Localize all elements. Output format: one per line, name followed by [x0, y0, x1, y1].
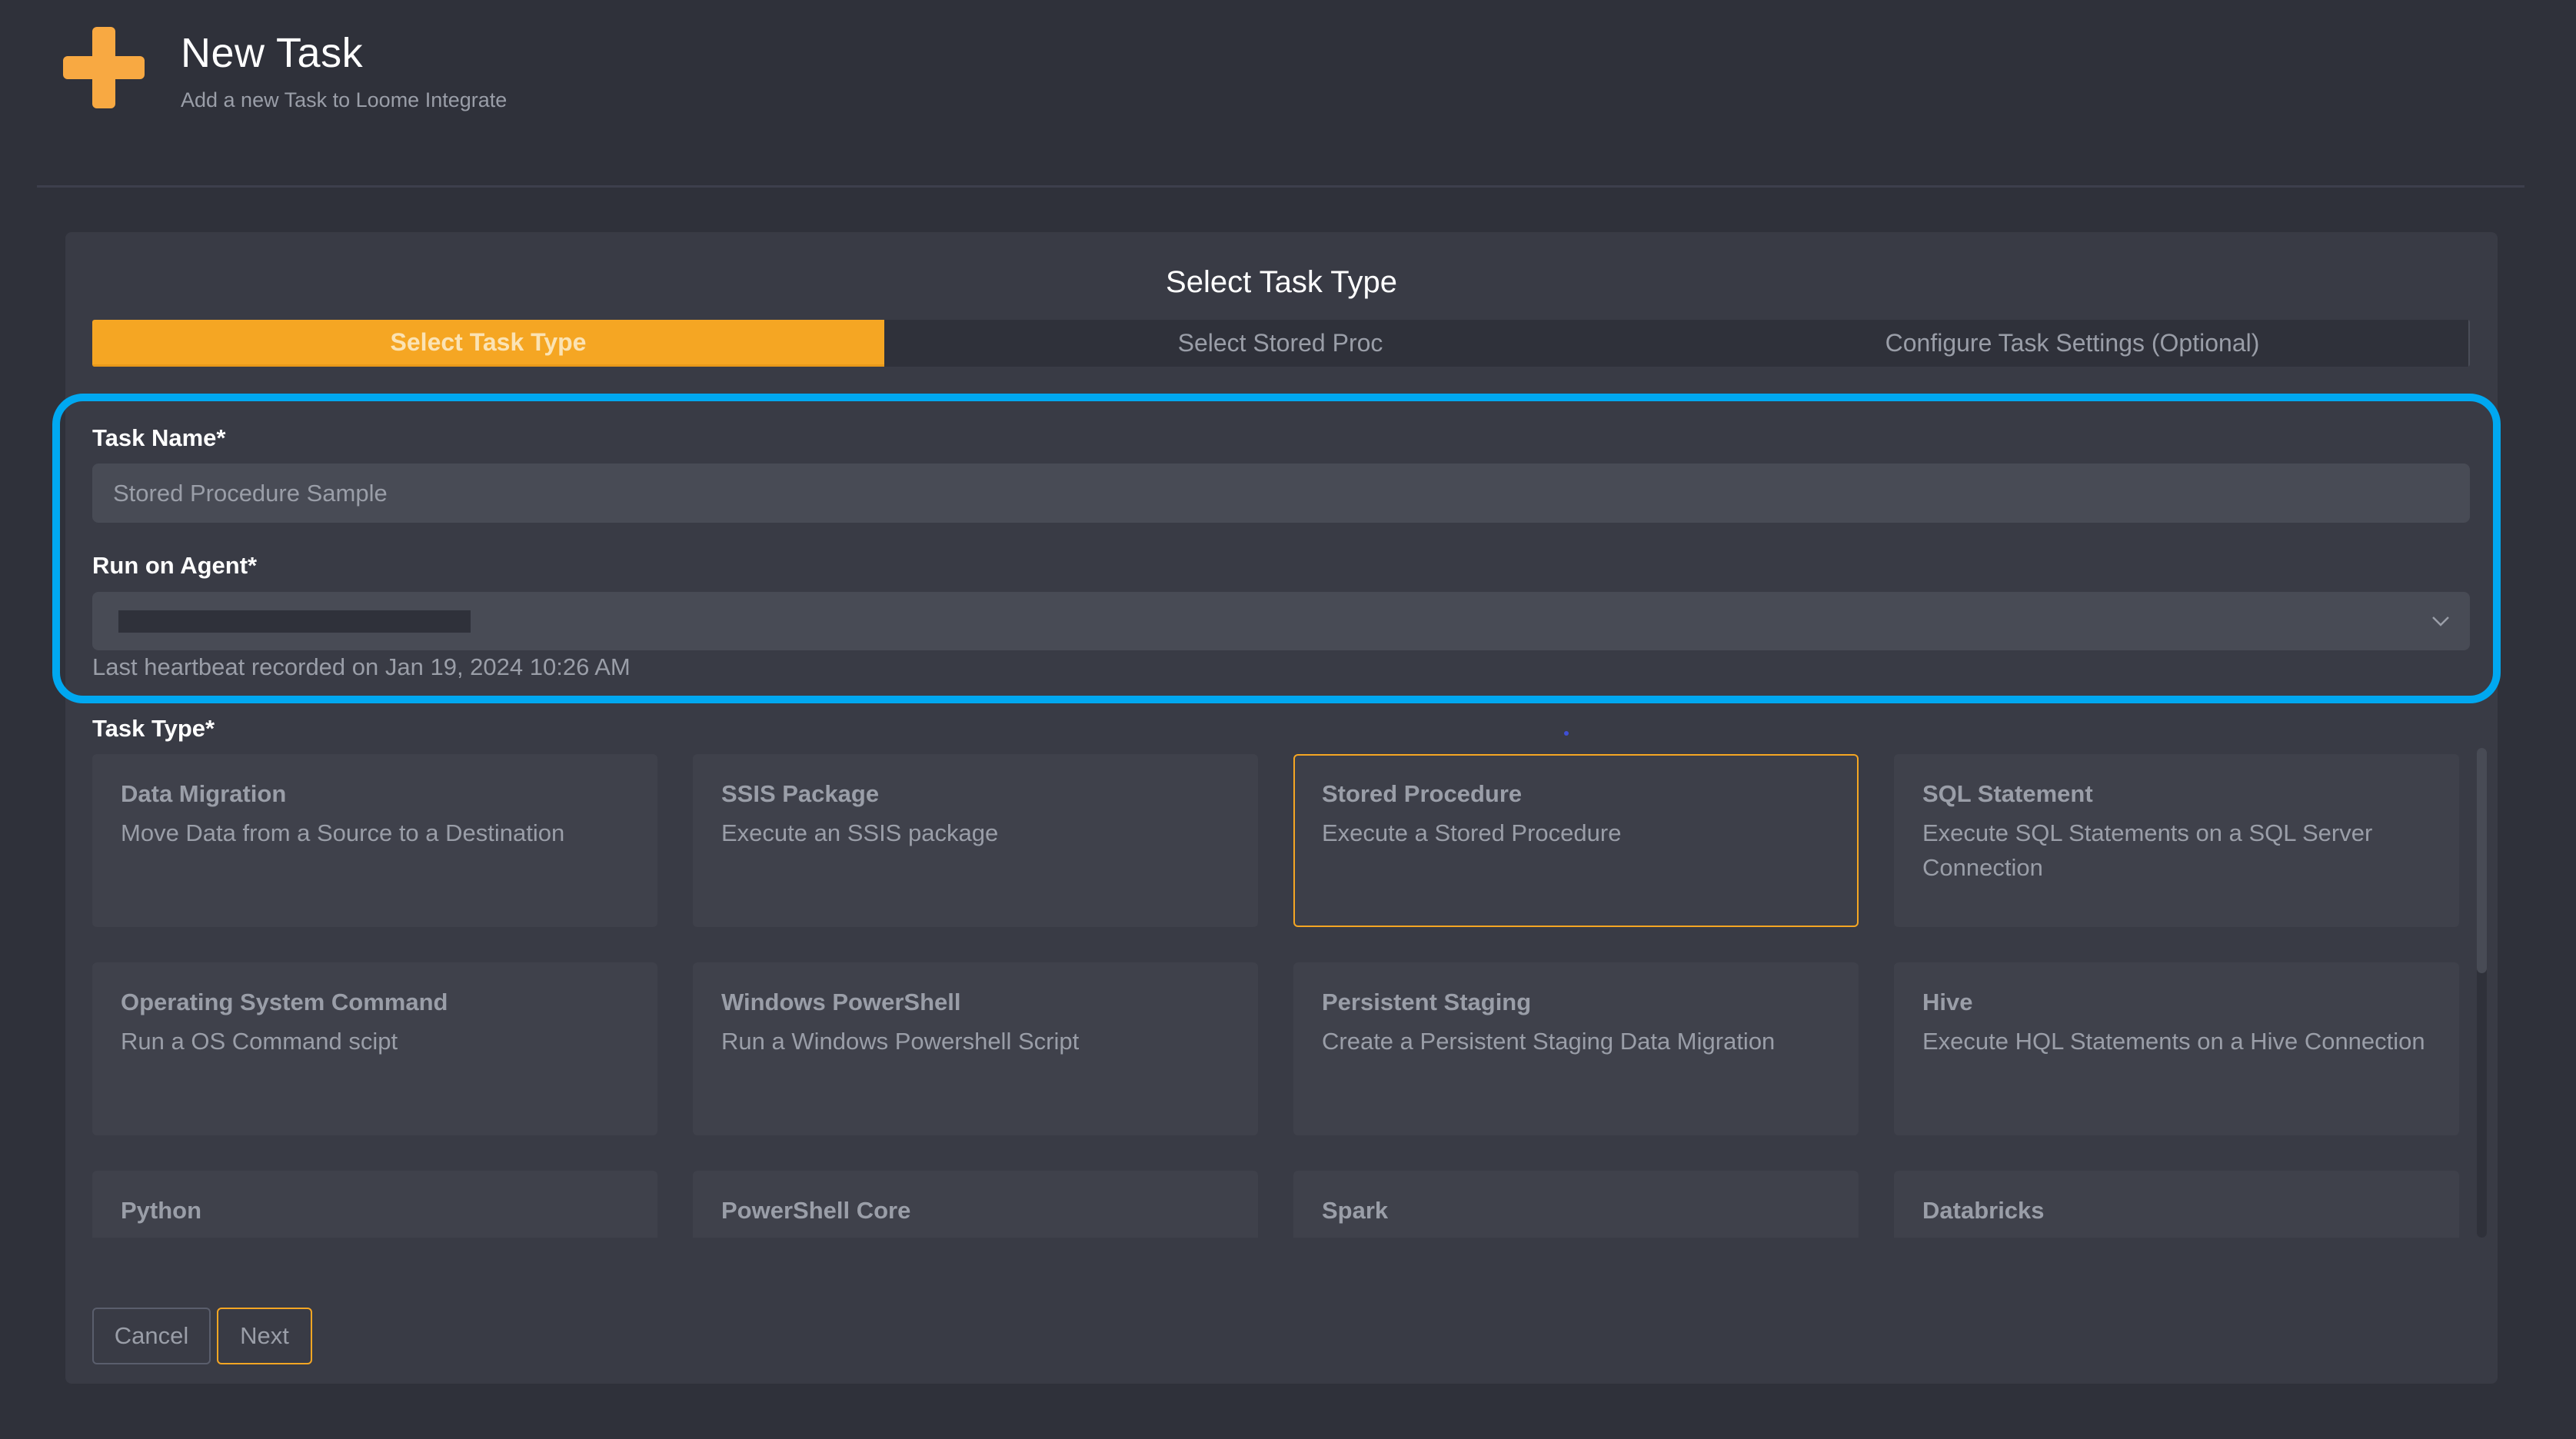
task-type-card-title: SSIS Package: [721, 780, 880, 807]
page-subtitle: Add a new Task to Loome Integrate: [181, 88, 508, 111]
task-type-card-description: Execute HQL Statements on a Hive Connect…: [1922, 1028, 2425, 1055]
agent-label: Run on Agent*: [92, 552, 258, 579]
task-type-card-description: Run a OS Command scipt: [121, 1028, 398, 1055]
task-type-card-title: Spark: [1322, 1197, 1389, 1224]
wizard-title: Select Task Type: [1166, 265, 1397, 299]
task-type-card-title: SQL Statement: [1922, 780, 2093, 807]
task-type-card-description: Run a Python script: [121, 1232, 629, 1238]
agent-heartbeat-status: Last heartbeat recorded on Jan 19, 2024 …: [92, 653, 631, 680]
header-divider: [37, 185, 2524, 188]
cancel-button[interactable]: Cancel: [92, 1308, 211, 1364]
cursor-dot: [1564, 731, 1569, 736]
task-type-card[interactable]: Hive Execute HQL Statements on a Hive Con…: [1894, 962, 2459, 1135]
chevron-down-icon: [2432, 616, 2449, 626]
task-type-card-title: Persistent Staging: [1322, 989, 1532, 1015]
task-type-label: Task Type*: [92, 715, 215, 742]
task-type-list: Data Migration Move Data from a Source to…: [92, 749, 2468, 1238]
task-type-card-title: Operating System Command: [121, 989, 448, 1015]
task-type-card-description: Run Spark jobs and Notebooks using: [1922, 1232, 2431, 1238]
task-type-card-title: Hive: [1922, 989, 1973, 1015]
task-type-card[interactable]: Spark Run a Spark service: [1293, 1171, 1859, 1238]
task-type-card-description: Execute a Stored Procedure: [1322, 819, 1622, 846]
task-type-card[interactable]: Data Migration Move Data from a Source to…: [92, 754, 657, 927]
task-type-card[interactable]: SQL Statement Execute SQL Statements on a…: [1894, 754, 2459, 927]
task-type-card[interactable]: SSIS Package Execute an SSIS package: [693, 754, 1258, 927]
agent-value-redacted: [118, 610, 471, 633]
agent-select[interactable]: [92, 592, 2470, 650]
page-title: New Task: [181, 30, 364, 76]
task-type-card[interactable]: Persistent Staging Create a Persistent St…: [1293, 962, 1859, 1135]
plus-icon: [63, 27, 145, 108]
task-name-input[interactable]: [92, 464, 2470, 523]
task-type-card-description: Execute SQL Statements on a SQL Server C…: [1922, 819, 2373, 881]
task-type-card-title: Data Migration: [121, 780, 287, 807]
task-type-card[interactable]: Operating System Command Run a OS Command…: [92, 962, 657, 1135]
task-type-card[interactable]: PowerShell Core Run a PowerShell Core scr…: [693, 1171, 1258, 1238]
task-type-card[interactable]: Stored Procedure Execute a Stored Procedu…: [1293, 754, 1859, 927]
task-type-card-title: PowerShell Core: [721, 1197, 911, 1224]
task-type-card-title: Python: [121, 1197, 202, 1224]
task-type-card-description: Run a PowerShell Core script: [721, 1232, 1230, 1238]
task-type-card[interactable]: Python Run a Python script: [92, 1171, 657, 1238]
wizard-stepper: Select Task Type Select Stored Proc Conf…: [92, 320, 2470, 367]
task-type-card-description: Execute an SSIS package: [721, 819, 999, 846]
task-type-card-description: Create a Persistent Staging Data Migrati…: [1322, 1028, 1776, 1055]
step-select-task-type[interactable]: Select Task Type: [92, 320, 884, 367]
task-type-card[interactable]: Databricks Run Spark jobs and Notebooks u…: [1894, 1171, 2459, 1238]
task-name-label: Task Name*: [92, 424, 226, 451]
task-type-card-description: Move Data from a Source to a Destination: [121, 819, 565, 846]
step-configure-task-settings[interactable]: Configure Task Settings (Optional): [1676, 320, 2470, 367]
next-button[interactable]: Next: [217, 1308, 312, 1364]
task-type-card-title: Databricks: [1922, 1197, 2045, 1224]
step-select-stored-proc[interactable]: Select Stored Proc: [884, 320, 1676, 367]
task-type-card-title: Windows PowerShell: [721, 989, 961, 1015]
task-type-card-description: Run a Windows Powershell Script: [721, 1028, 1080, 1055]
task-type-card[interactable]: Windows PowerShell Run a Windows Powershe…: [693, 962, 1258, 1135]
task-type-card-title: Stored Procedure: [1322, 780, 1523, 807]
task-type-card-description: Run a Spark service: [1322, 1232, 1830, 1238]
task-type-scrollbar-thumb[interactable]: [2477, 748, 2487, 973]
